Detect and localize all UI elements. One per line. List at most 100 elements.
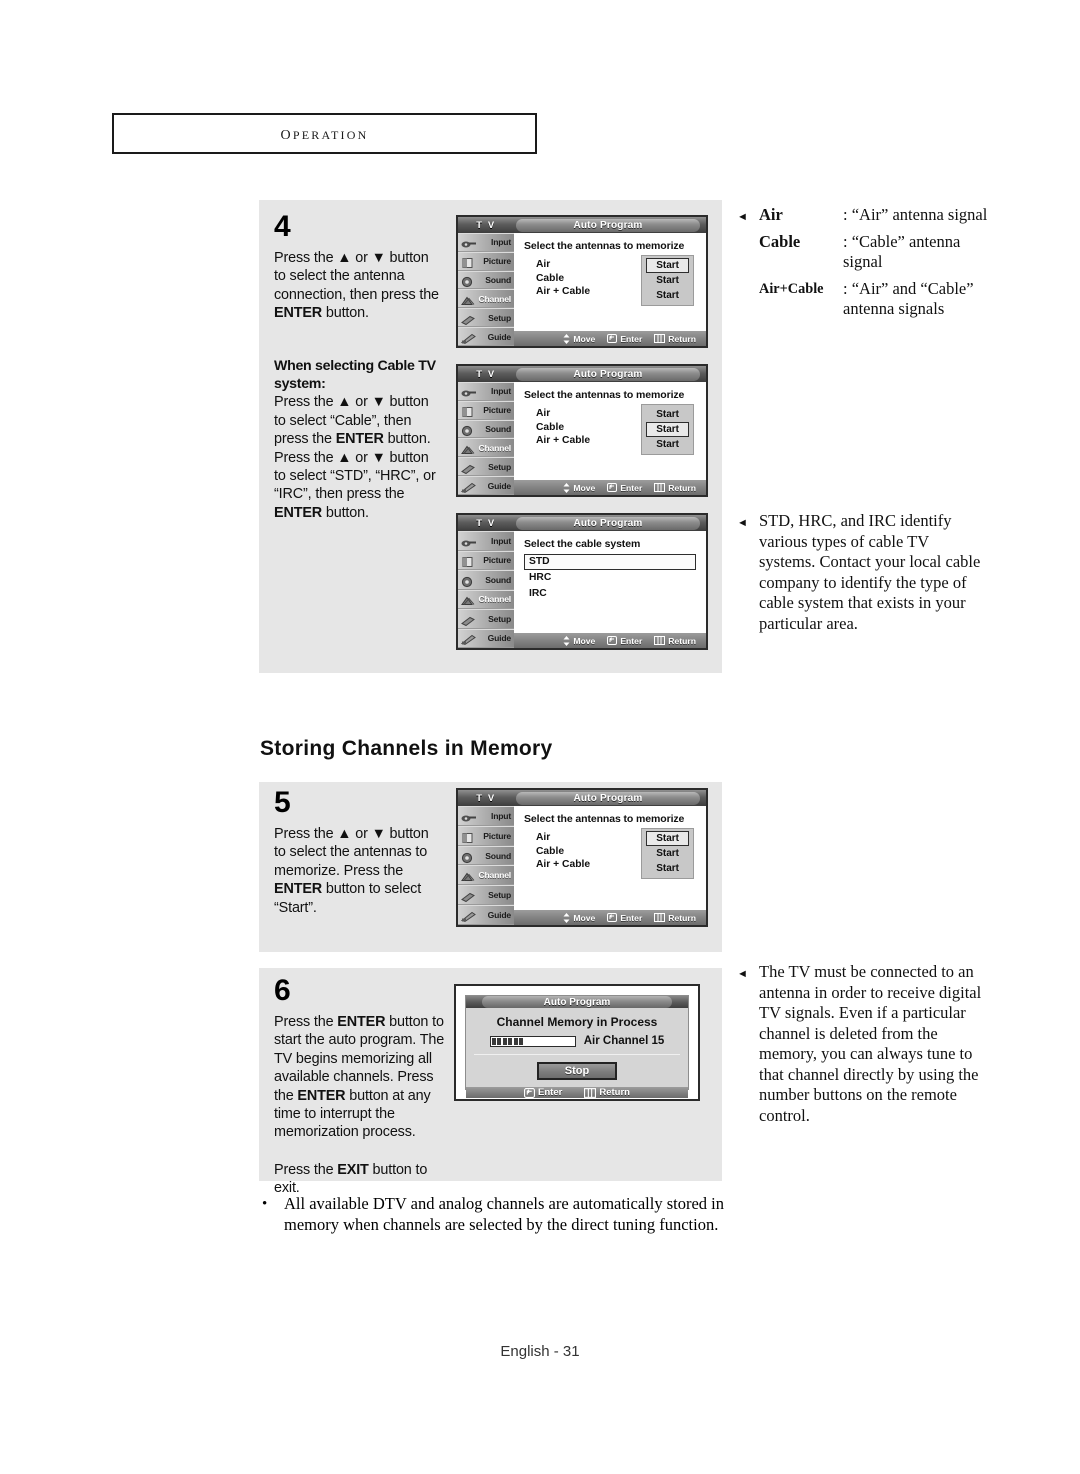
osd-auto-program-antenna-3[interactable]: T V Auto Program Input Picture Sound Cha… <box>456 788 708 927</box>
osd-menu-item-sound[interactable]: Sound <box>458 845 514 866</box>
osd-menu-item-setup[interactable]: Setup <box>458 457 514 477</box>
start-button-cable[interactable]: Start <box>646 846 689 861</box>
osd-cable-option-irc[interactable]: IRC <box>524 586 696 602</box>
osd-footer-enter-label: Enter <box>620 333 643 344</box>
start-button-air-cable[interactable]: Start <box>646 437 689 452</box>
bottom-bullet-text: All available DTV and analog channels ar… <box>284 1194 724 1234</box>
osd-sidebar[interactable]: Input Picture Sound Channel Setup Guide <box>458 806 514 925</box>
updown-arrows-icon <box>563 333 570 344</box>
osd-menu-item-setup[interactable]: Setup <box>458 885 514 906</box>
osd-menu-item-guide[interactable]: Guide <box>458 628 514 648</box>
osd-menu-label-guide: Guide <box>487 910 512 921</box>
triangle-bullet-icon: ◄ <box>737 517 748 529</box>
osd-menu-item-setup[interactable]: Setup <box>458 609 514 629</box>
osd-menu-item-picture[interactable]: Picture <box>458 825 514 846</box>
input-icon <box>461 810 477 822</box>
osd-sidebar[interactable]: Input Picture Sound Channel Setup Guide <box>458 382 514 495</box>
osd-menu-item-input[interactable]: Input <box>458 806 514 826</box>
dialog-heading: Channel Memory in Process <box>496 1015 658 1029</box>
osd-menu-item-sound[interactable]: Sound <box>458 570 514 590</box>
osd-menu-item-picture[interactable]: Picture <box>458 550 514 570</box>
osd-footer-enter[interactable]: Enter <box>607 913 642 923</box>
antenna-def-air: Air : “Air” antenna signal <box>759 205 997 226</box>
osd-cable-system-list[interactable]: STD HRC IRC <box>524 554 696 602</box>
osd-footer-enter[interactable]: Enter <box>607 636 642 646</box>
antenna-def-air-text: : “Air” antenna signal <box>843 205 988 224</box>
osd-footer-move[interactable]: Move <box>563 333 595 344</box>
osd-menu-item-guide[interactable]: Guide <box>458 476 514 495</box>
osd-menu-label-setup: Setup <box>488 613 511 624</box>
osd-menu-item-guide[interactable]: Guide <box>458 327 514 346</box>
osd-menu-item-sound[interactable]: Sound <box>458 270 514 290</box>
osd-tv-label: T V <box>476 219 496 231</box>
osd-footer-move[interactable]: Move <box>563 482 595 493</box>
osd-menu-item-setup[interactable]: Setup <box>458 308 514 328</box>
dialog-footer-return[interactable]: Return <box>584 1087 630 1098</box>
osd-sidebar[interactable]: Input Picture Sound Channel Setup Guide <box>458 531 514 648</box>
osd-menu-item-channel[interactable]: Channel <box>458 589 514 609</box>
osd-footer-return-label: Return <box>668 635 696 646</box>
osd-footer-return[interactable]: Return <box>654 913 696 923</box>
osd-footerbar: Move Enter Return <box>514 910 706 925</box>
stop-button[interactable]: Stop <box>536 1062 618 1080</box>
osd-footer-return[interactable]: Return <box>654 334 696 344</box>
osd-footer-enter[interactable]: Enter <box>607 334 642 344</box>
start-button-cable[interactable]: Start <box>646 273 689 288</box>
osd-cable-option-hrc[interactable]: HRC <box>524 570 696 586</box>
osd-cable-option-std[interactable]: STD <box>524 554 696 570</box>
osd-menu-label-sound: Sound <box>485 424 511 435</box>
guide-icon <box>460 480 477 493</box>
osd-menu-item-input[interactable]: Input <box>458 531 514 551</box>
osd-start-panel: Start Start Start <box>641 404 694 455</box>
start-button-air[interactable]: Start <box>646 407 689 422</box>
current-channel-label: Air Channel 15 <box>583 1035 665 1047</box>
dialog-footer-enter[interactable]: Enter <box>524 1087 562 1098</box>
step-6-number: 6 <box>274 974 291 1007</box>
osd-footer-return[interactable]: Return <box>654 483 696 493</box>
osd-start-panel: Start Start Start <box>641 255 694 306</box>
start-button-air-cable[interactable]: Start <box>646 861 689 876</box>
triangle-bullet-icon: ◄ <box>737 968 748 980</box>
osd-menu-label-input: Input <box>491 237 511 248</box>
osd-footerbar: Move Enter Return <box>514 633 706 648</box>
input-icon <box>461 237 477 248</box>
osd-menu-item-guide[interactable]: Guide <box>458 905 514 925</box>
osd-footer-move[interactable]: Move <box>563 912 596 923</box>
osd-footer-enter-label: Enter <box>620 912 643 923</box>
osd-menu-item-picture[interactable]: Picture <box>458 400 514 420</box>
start-button-air[interactable]: Start <box>646 258 689 273</box>
osd-menu-item-channel[interactable]: Channel <box>458 865 514 886</box>
osd-auto-program-cable-system[interactable]: T V Auto Program Input Picture Sound Cha… <box>456 513 708 650</box>
osd-menu-item-channel[interactable]: Channel <box>458 289 514 309</box>
osd-heading: Select the antennas to memorize <box>524 813 685 825</box>
start-button-cable[interactable]: Start <box>646 422 689 437</box>
osd-footer-return[interactable]: Return <box>654 636 696 646</box>
osd-footer-move-label: Move <box>573 912 596 923</box>
osd-menu-label-guide: Guide <box>487 480 512 491</box>
bottom-bullet: • All available DTV and analog channels … <box>262 1194 732 1235</box>
osd-sidebar[interactable]: Input Picture Sound Channel Setup Guide <box>458 233 514 346</box>
start-button-air[interactable]: Start <box>646 831 689 846</box>
osd-menu-item-picture[interactable]: Picture <box>458 251 514 271</box>
osd-footerbar: Move Enter Return <box>514 480 706 495</box>
antenna-def-cable: Cable : “Cable” antenna signal <box>759 232 997 273</box>
osd-footer-move[interactable]: Move <box>563 635 595 646</box>
osd-channel-memory-dialog[interactable]: Auto Program Channel Memory in Process A… <box>454 984 700 1101</box>
enter-key-icon <box>607 636 618 645</box>
osd-menu-item-channel[interactable]: Channel <box>458 438 514 458</box>
osd-menu-label-channel: Channel <box>478 870 511 881</box>
osd-auto-program-antenna-2[interactable]: T V Auto Program Input Picture Sound Cha… <box>456 364 708 497</box>
return-key-icon <box>654 483 666 492</box>
osd-menu-item-input[interactable]: Input <box>458 382 514 401</box>
osd-auto-program-antenna-1[interactable]: T V Auto Program Input Picture Sound Cha… <box>456 215 708 348</box>
osd-footer-enter[interactable]: Enter <box>607 483 642 493</box>
channel-icon <box>461 870 477 882</box>
input-icon <box>461 386 477 397</box>
start-button-air-cable[interactable]: Start <box>646 288 689 303</box>
osd-menu-item-input[interactable]: Input <box>458 233 514 252</box>
osd-menu-item-sound[interactable]: Sound <box>458 419 514 439</box>
osd-menu-label-setup: Setup <box>488 890 511 901</box>
step-6-exit-part1: Press the <box>274 1161 338 1178</box>
osd-menu-label-picture: Picture <box>483 256 511 267</box>
step-4-substep-lead: When selecting Cable TV system: <box>274 357 436 393</box>
